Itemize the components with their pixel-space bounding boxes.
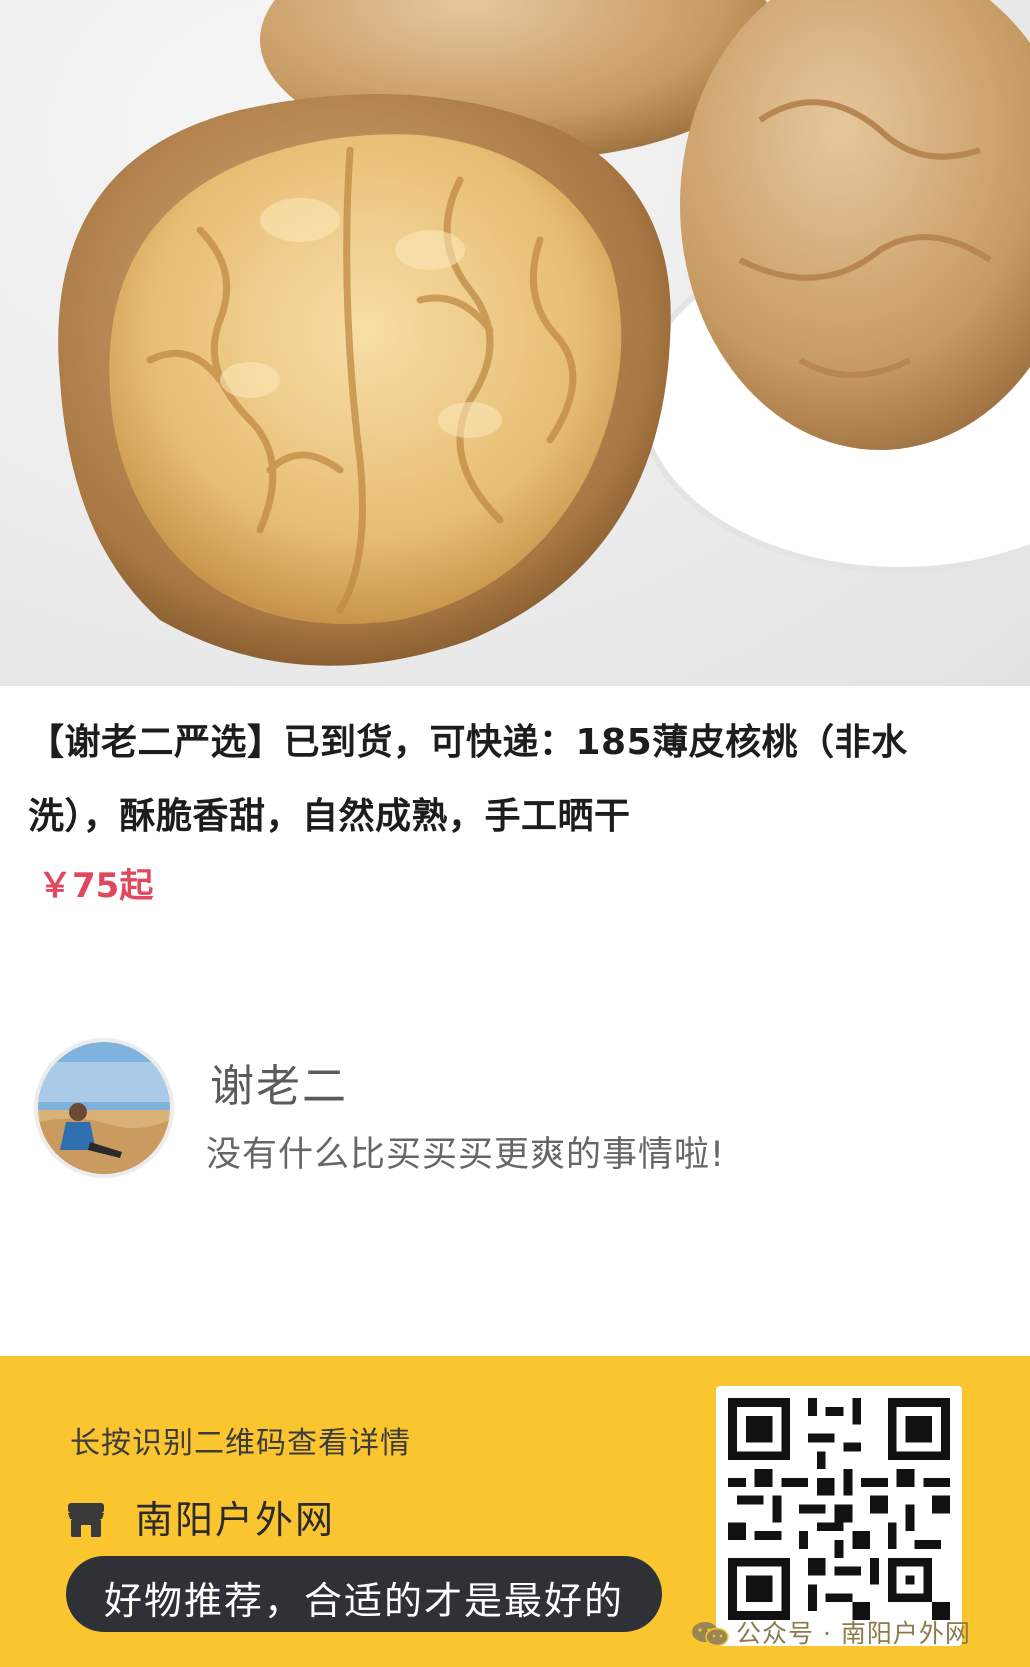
product-image[interactable] — [0, 0, 1030, 686]
avatar[interactable] — [34, 1038, 174, 1178]
account-watermark: 公众号 · 南阳户外网 — [690, 1614, 971, 1650]
store-icon — [68, 1503, 104, 1537]
promo-footer: 长按识别二维码查看详情 南阳户外网 好物推荐，合适的才是最好的 公众号 · 南阳… — [0, 1356, 1030, 1667]
slogan-text: 好物推荐，合适的才是最好的 — [104, 1579, 625, 1623]
qr-code[interactable] — [716, 1386, 962, 1646]
product-title[interactable]: 【谢老二严选】已到货，可快递：185薄皮核桃（非水洗），酥脆香甜，自然成熟，手工… — [28, 706, 998, 854]
seller-name[interactable]: 谢老二 — [210, 1050, 348, 1114]
seller-card[interactable]: 谢老二 没有什么比买买买更爽的事情啦! — [34, 1038, 994, 1188]
wechat-icon — [692, 1622, 729, 1647]
walnut-photo — [58, 0, 1030, 666]
store-name[interactable]: 南阳户外网 — [135, 1489, 335, 1544]
watermark-text: 公众号 · 南阳户外网 — [736, 1619, 971, 1648]
slogan-badge: 好物推荐，合适的才是最好的 — [66, 1556, 662, 1632]
qr-hint: 长按识别二维码查看详情 — [70, 1426, 411, 1461]
seller-slogan: 没有什么比买买买更爽的事情啦! — [206, 1135, 726, 1175]
qr-code-image — [728, 1398, 950, 1620]
product-price: ￥75起 — [38, 866, 154, 906]
avatar-photo — [38, 1042, 170, 1174]
